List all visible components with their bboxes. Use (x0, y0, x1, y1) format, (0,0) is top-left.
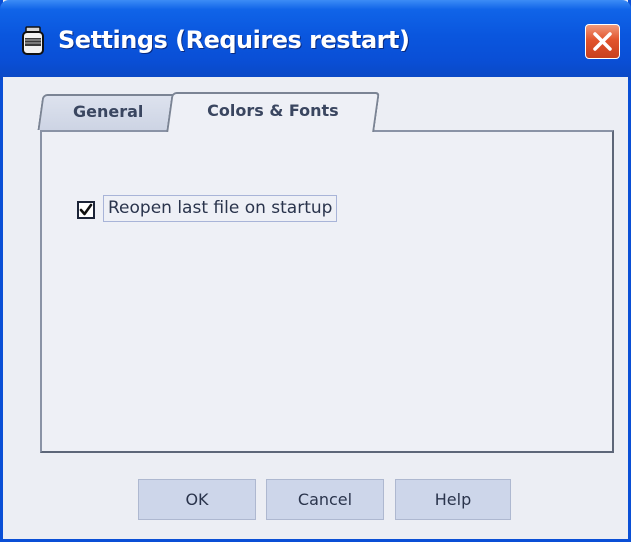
tab-panel: Reopen last file on startup (40, 130, 614, 453)
app-jar-icon (20, 26, 46, 56)
title-bar[interactable]: Settings (Requires restart) (0, 0, 631, 80)
close-button[interactable] (585, 24, 620, 59)
reopen-last-file-label[interactable]: Reopen last file on startup (103, 195, 338, 222)
tab-colors-fonts-label: Colors & Fonts (207, 101, 339, 120)
reopen-last-file-checkbox[interactable] (77, 201, 95, 219)
ok-button[interactable]: OK (138, 479, 256, 520)
help-button[interactable]: Help (395, 479, 511, 520)
cancel-button[interactable]: Cancel (266, 479, 384, 520)
window-title: Settings (Requires restart) (58, 26, 410, 54)
tab-general[interactable]: General (37, 94, 179, 130)
tab-colors-fonts[interactable]: Colors & Fonts (166, 92, 380, 132)
settings-dialog: Settings (Requires restart) General Colo… (0, 0, 631, 542)
dialog-client-area: General Colors & Fonts Reopen last file … (3, 77, 628, 539)
tab-general-label: General (72, 102, 144, 121)
